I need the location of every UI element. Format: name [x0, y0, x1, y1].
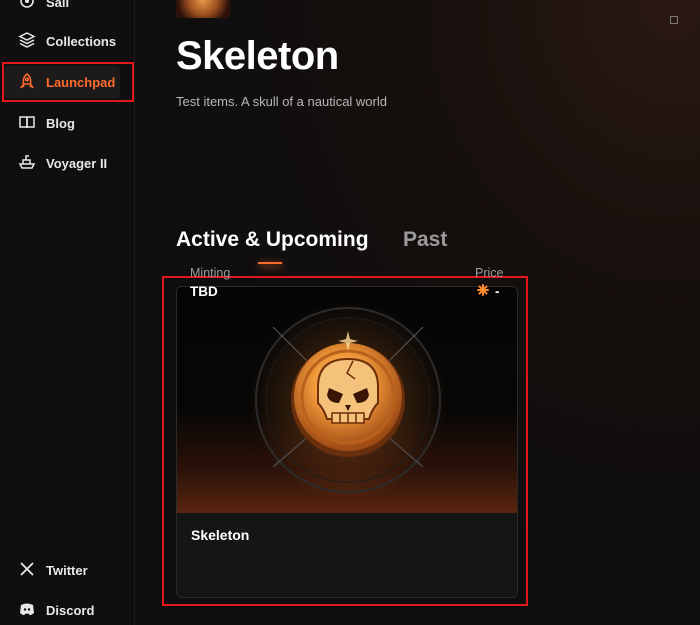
sidebar-item-blog[interactable]: Blog — [4, 107, 120, 139]
sidebar-item-collections[interactable]: Collections — [4, 25, 120, 57]
page-title: Skeleton — [176, 34, 339, 78]
token-icon — [477, 284, 489, 299]
sidebar-item-label: Voyager II — [46, 155, 108, 171]
sidebar-item-label: Discord — [46, 602, 95, 618]
sail-icon — [18, 0, 36, 13]
card-footer: Skeleton — [177, 513, 517, 597]
collection-thumbnail — [176, 0, 230, 18]
price-value: - — [477, 284, 500, 299]
main-content: Skeleton Test items. A skull of a nautic… — [136, 0, 700, 625]
minting-label: Minting — [190, 266, 231, 280]
corner-square-icon — [670, 16, 678, 24]
card-title: Skeleton — [191, 527, 250, 543]
x-icon — [18, 560, 36, 581]
sidebar-item-label: Blog — [46, 115, 75, 131]
sidebar-item-voyager-ii[interactable]: Voyager II — [4, 147, 120, 179]
tab-active-upcoming[interactable]: Active & Upcoming — [176, 228, 369, 252]
launch-card[interactable]: Skeleton — [176, 286, 518, 598]
launchpad-highlight — [2, 62, 134, 102]
sidebar-item-label: Twitter — [46, 562, 88, 578]
sidebar-item-twitter[interactable]: Twitter — [4, 554, 120, 586]
price-amount: - — [495, 284, 500, 299]
minting-value: TBD — [190, 284, 218, 299]
tab-past[interactable]: Past — [403, 228, 447, 252]
sidebar-item-label: Collections — [46, 33, 117, 49]
ship-icon — [18, 153, 36, 174]
price-label: Price — [475, 266, 504, 280]
collections-icon — [18, 31, 36, 52]
tab-indicator — [258, 262, 282, 264]
discord-icon — [18, 600, 36, 621]
book-icon — [18, 113, 36, 134]
page-subtitle: Test items. A skull of a nautical world — [176, 94, 387, 109]
sidebar-item-sail[interactable]: Sail — [4, 0, 120, 18]
skull-coin-artwork — [177, 287, 517, 513]
sidebar: Sail Collections Launchpad Blog Voyager … — [0, 0, 135, 625]
sidebar-item-discord[interactable]: Discord — [4, 594, 120, 625]
sidebar-item-label: Sail — [46, 0, 70, 10]
